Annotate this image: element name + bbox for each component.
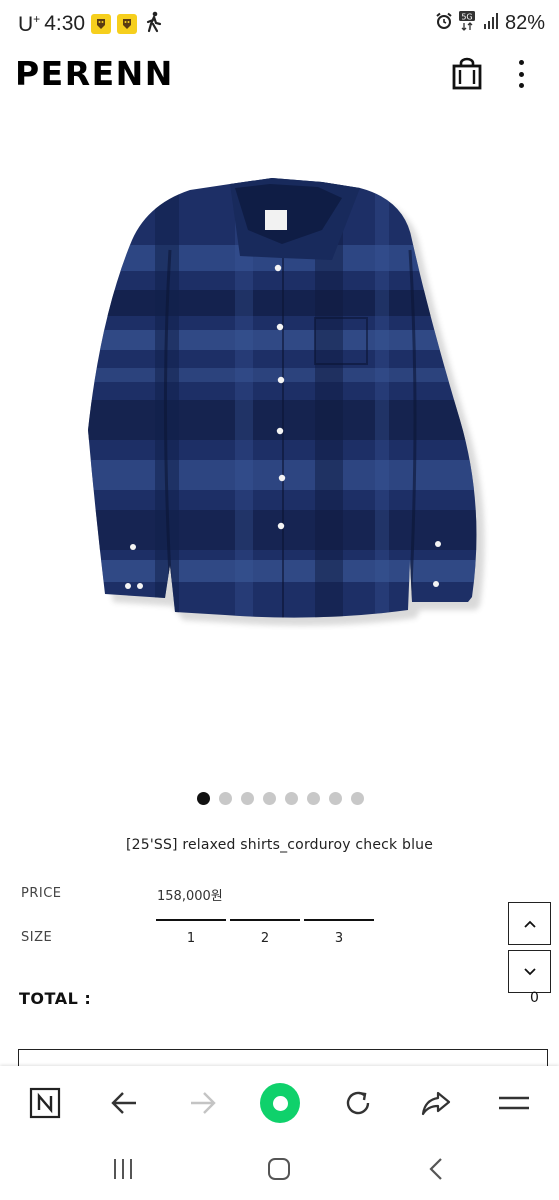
home-green-icon[interactable] xyxy=(260,1083,300,1123)
brand-logo[interactable]: PERENN xyxy=(15,54,174,93)
status-bar: U+ 4:30 5G 82% xyxy=(0,0,559,48)
carousel-dots xyxy=(197,792,364,805)
system-nav-bar xyxy=(0,1142,559,1200)
total-label: TOTAL : xyxy=(19,989,92,1008)
home-nav-icon[interactable] xyxy=(261,1154,297,1184)
shopping-bag-icon[interactable] xyxy=(451,57,483,91)
walking-icon xyxy=(145,11,163,37)
status-right: 5G 82% xyxy=(435,11,545,35)
signal-icon xyxy=(483,12,499,34)
product-title: [25'SS] relaxed shirts_corduroy check bl… xyxy=(125,837,434,853)
product-image[interactable] xyxy=(60,160,500,630)
carousel-dot[interactable] xyxy=(241,792,254,805)
browser-toolbar xyxy=(0,1066,559,1142)
carousel-dot[interactable] xyxy=(285,792,298,805)
size-option-1[interactable]: 1 xyxy=(156,919,226,946)
share-icon[interactable] xyxy=(416,1083,456,1123)
alarm-icon xyxy=(435,12,453,34)
carousel-dot[interactable] xyxy=(307,792,320,805)
menu-icon[interactable] xyxy=(494,1083,534,1123)
app-header: PERENN xyxy=(0,48,559,104)
carousel-dot[interactable] xyxy=(329,792,342,805)
carrier-label: U+ xyxy=(18,11,41,36)
refresh-icon[interactable] xyxy=(338,1083,378,1123)
forward-arrow-icon[interactable] xyxy=(183,1083,223,1123)
notification-app-icon xyxy=(117,14,138,34)
battery-percent: 82% xyxy=(504,11,545,34)
back-nav-icon[interactable] xyxy=(418,1154,454,1184)
recent-apps-icon[interactable] xyxy=(105,1154,141,1184)
back-arrow-icon[interactable] xyxy=(104,1083,144,1123)
carousel-dot[interactable] xyxy=(263,792,276,805)
price-value: 158,000원 xyxy=(157,889,223,904)
size-option-2[interactable]: 2 xyxy=(230,919,300,946)
size-options: 1 2 3 xyxy=(156,919,374,946)
carousel-dot[interactable] xyxy=(219,792,232,805)
status-left: U+ 4:30 xyxy=(18,11,163,37)
size-label: SIZE xyxy=(21,930,53,945)
network-5g-icon: 5G xyxy=(458,11,477,35)
naver-n-icon[interactable] xyxy=(25,1083,65,1123)
total-value: 0 xyxy=(530,990,539,1006)
carousel-dot[interactable] xyxy=(197,792,210,805)
scroll-up-button[interactable] xyxy=(508,902,551,945)
carousel-dot[interactable] xyxy=(351,792,364,805)
chevron-up-icon xyxy=(523,920,536,928)
status-time: 4:30 xyxy=(44,12,86,35)
price-label: PRICE xyxy=(21,886,62,901)
svg-text:5G: 5G xyxy=(461,13,472,22)
more-vertical-icon[interactable] xyxy=(510,57,532,91)
scroll-down-button[interactable] xyxy=(508,950,551,993)
chevron-down-icon xyxy=(523,967,536,975)
size-option-3[interactable]: 3 xyxy=(304,919,374,946)
notification-app-icon xyxy=(91,14,112,34)
